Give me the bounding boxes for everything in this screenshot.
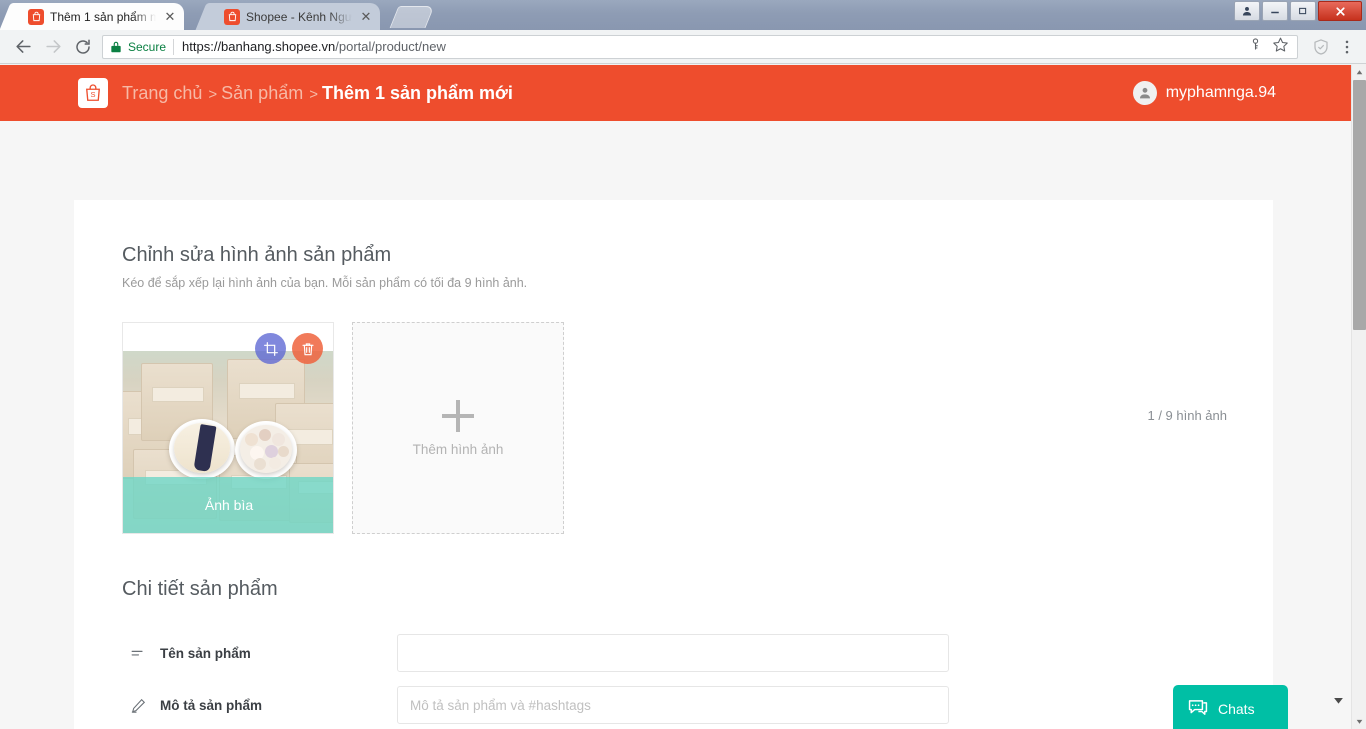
scrollbar-thumb[interactable] xyxy=(1353,80,1366,330)
window-controls xyxy=(1234,1,1362,21)
trash-icon[interactable] xyxy=(292,333,323,364)
key-icon[interactable] xyxy=(1248,37,1263,57)
page-viewport: S Trang chủ > Sản phẩm > Thêm 1 sản phẩm… xyxy=(0,65,1366,729)
crop-icon[interactable] xyxy=(255,333,286,364)
svg-text:S: S xyxy=(90,90,95,99)
breadcrumb-item-home[interactable]: Trang chủ xyxy=(122,83,202,104)
chat-bubble-icon xyxy=(1187,697,1209,722)
cover-photo-badge: Ảnh bìa xyxy=(123,477,333,533)
forward-arrow-icon xyxy=(38,32,68,62)
product-image-thumbnail[interactable]: Ảnh bìa xyxy=(122,322,334,534)
omnibox-divider xyxy=(173,38,175,55)
tab-title: Shopee - Kênh Người bá xyxy=(246,9,352,24)
product-name-input[interactable] xyxy=(397,634,949,672)
scroll-down-arrow-icon[interactable] xyxy=(1352,714,1366,729)
pencil-icon xyxy=(130,697,152,714)
new-tab-button[interactable] xyxy=(389,6,435,28)
caret-down-icon[interactable] xyxy=(1331,693,1346,713)
user-menu[interactable]: myphamnga.94 xyxy=(1132,81,1276,105)
minimize-button[interactable] xyxy=(1262,1,1288,21)
reload-icon[interactable] xyxy=(68,32,98,62)
user-avatar-icon xyxy=(1132,81,1157,105)
form-row-product-name: Tên sản phẩm xyxy=(74,627,1273,679)
maximize-button[interactable] xyxy=(1290,1,1316,21)
kebab-menu-icon[interactable] xyxy=(1336,36,1358,58)
form-row-description: Mô tả sản phẩm Mô tả sản phẩm và #hashta… xyxy=(74,679,1273,729)
url-text: https://banhang.shopee.vn/portal/product… xyxy=(182,39,446,54)
browser-toolbar: Secure https://banhang.shopee.vn/portal/… xyxy=(0,30,1366,64)
add-image-label: Thêm hình ảnh xyxy=(412,441,504,457)
breadcrumb: Trang chủ > Sản phẩm > Thêm 1 sản phẩm m… xyxy=(122,83,513,104)
breadcrumb-separator: > xyxy=(208,85,218,103)
url-host: https://banhang.shopee.vn xyxy=(182,39,336,54)
label-description: Mô tả sản phẩm xyxy=(160,697,263,713)
description-input[interactable]: Mô tả sản phẩm và #hashtags xyxy=(397,686,949,724)
text-lines-icon xyxy=(130,645,152,662)
description-placeholder: Mô tả sản phẩm và #hashtags xyxy=(410,697,591,713)
chat-label: Chats xyxy=(1218,701,1255,717)
secure-label: Secure xyxy=(128,39,167,54)
details-title: Chi tiết sản phẩm xyxy=(122,578,278,600)
shopee-icon xyxy=(224,8,240,25)
chat-widget[interactable]: Chats xyxy=(1173,685,1288,729)
tab-close-icon[interactable]: ✕ xyxy=(162,9,178,25)
thumbnail-actions xyxy=(255,333,323,364)
page-subtitle: Kéo để sắp xếp lại hình ảnh của bạn. Mỗi… xyxy=(122,276,528,290)
product-form: Tên sản phẩm Mô tả sản phẩm Mô tả sản ph… xyxy=(74,601,1273,729)
page-scrollbar[interactable] xyxy=(1351,65,1366,729)
shopee-icon xyxy=(28,8,44,25)
image-grid: Ảnh bìa Thêm hình ảnh xyxy=(74,290,1273,534)
url-path: /portal/product/new xyxy=(335,39,446,54)
add-image-button[interactable]: Thêm hình ảnh xyxy=(352,322,564,534)
browser-tab-1[interactable]: Thêm 1 sản phẩm mới - S ✕ xyxy=(14,3,184,30)
breadcrumb-item-new-product: Thêm 1 sản phẩm mới xyxy=(321,82,513,103)
breadcrumb-item-products[interactable]: Sản phẩm xyxy=(221,83,303,104)
star-icon[interactable] xyxy=(1272,36,1289,58)
lock-icon xyxy=(109,40,123,54)
address-bar[interactable]: Secure https://banhang.shopee.vn/portal/… xyxy=(102,34,1298,59)
content-card: Chỉnh sửa hình ảnh sản phẩm Kéo để sắp x… xyxy=(74,200,1273,729)
page-title: Chỉnh sửa hình ảnh sản phẩm xyxy=(122,244,392,266)
cover-photo-label: Ảnh bìa xyxy=(204,497,254,513)
back-arrow-icon[interactable] xyxy=(8,32,38,62)
user-switch-icon[interactable] xyxy=(1234,1,1260,21)
close-window-button[interactable] xyxy=(1318,1,1362,21)
shopee-header: S Trang chủ > Sản phẩm > Thêm 1 sản phẩm… xyxy=(0,65,1351,121)
label-product-name: Tên sản phẩm xyxy=(160,645,251,661)
image-counter: 1 / 9 hình ảnh xyxy=(1147,408,1227,423)
scroll-up-arrow-icon[interactable] xyxy=(1352,65,1366,80)
breadcrumb-separator: > xyxy=(309,85,318,103)
browser-titlebar: Thêm 1 sản phẩm mới - S ✕ Shopee - Kênh … xyxy=(0,0,1366,30)
browser-tab-2[interactable]: Shopee - Kênh Người bá ✕ xyxy=(210,3,380,30)
tab-close-icon[interactable]: ✕ xyxy=(358,9,374,25)
shield-icon[interactable] xyxy=(1310,36,1332,58)
username-label: myphamnga.94 xyxy=(1165,84,1276,101)
plus-icon xyxy=(442,399,474,432)
shopee-logo[interactable]: S xyxy=(78,78,108,108)
tab-title: Thêm 1 sản phẩm mới - S xyxy=(50,9,156,24)
